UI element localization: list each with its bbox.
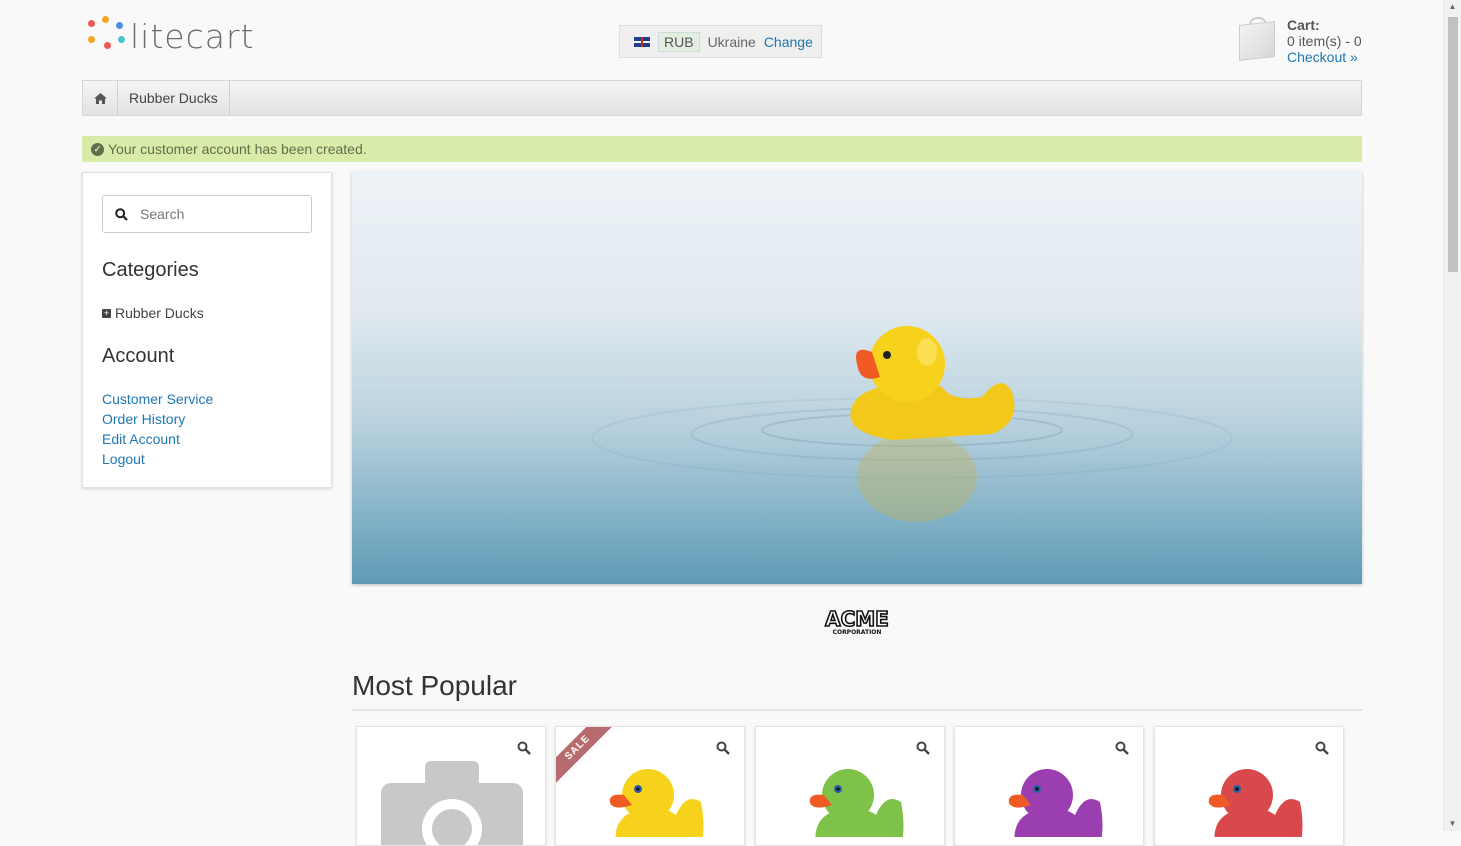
checkout-link[interactable]: Checkout » [1287, 49, 1358, 65]
category-rubber-ducks[interactable]: + Rubber Ducks [102, 305, 204, 321]
breadcrumb-home[interactable] [83, 81, 118, 115]
zoom-icon[interactable] [916, 741, 930, 755]
order-history-link[interactable]: Order History [102, 411, 185, 427]
most-popular-heading: Most Popular [352, 670, 517, 701]
shopping-bag-icon [1237, 17, 1277, 61]
cart-summary: 0 item(s) - 0 [1287, 33, 1362, 49]
category-label: Rubber Ducks [115, 305, 204, 321]
purple-duck-image [1008, 769, 1103, 837]
check-circle-icon: ✓ [91, 142, 104, 156]
acme-logo: ACME CORPORATION [824, 606, 889, 636]
site-logo[interactable]: litecart [86, 16, 254, 56]
home-icon [93, 92, 107, 104]
product-card[interactable] [356, 726, 546, 846]
vertical-scrollbar[interactable]: ▲ ▼ [1443, 0, 1461, 831]
red-duck-image [1208, 769, 1303, 837]
brand-logo-acme[interactable]: ACME CORPORATION [823, 606, 891, 636]
currency-badge: RUB [658, 31, 700, 52]
zoom-icon[interactable] [716, 741, 730, 755]
cart-widget[interactable]: Cart: 0 item(s) - 0 Checkout » [1237, 17, 1362, 65]
logo-mark [86, 16, 130, 56]
notice-message: Your customer account has been created. [108, 141, 367, 157]
plus-square-icon: + [102, 307, 111, 318]
regional-settings[interactable]: RUB Ukraine Change [619, 25, 822, 58]
sidebar: Categories + Rubber Ducks Account Custom… [82, 172, 332, 488]
yellow-duck-image [609, 769, 704, 837]
edit-account-link[interactable]: Edit Account [102, 431, 180, 447]
product-card[interactable]: SALE [555, 726, 745, 846]
search-input[interactable] [138, 205, 292, 223]
success-notice: ✓ Your customer account has been created… [82, 136, 1362, 162]
scrollbar-thumb[interactable] [1448, 17, 1458, 272]
zoom-icon[interactable] [1115, 741, 1129, 755]
hero-slider-image[interactable] [352, 172, 1362, 584]
categories-heading: Categories [102, 259, 199, 281]
customer-service-link[interactable]: Customer Service [102, 391, 213, 407]
uk-flag-icon [634, 36, 650, 47]
product-card[interactable] [1154, 726, 1344, 846]
scroll-down-arrow-icon[interactable]: ▼ [1444, 817, 1461, 831]
cart-title: Cart: [1287, 17, 1320, 33]
change-regional-link[interactable]: Change [764, 34, 813, 50]
logout-link[interactable]: Logout [102, 451, 145, 467]
zoom-icon[interactable] [517, 741, 531, 755]
country-label: Ukraine [707, 33, 756, 50]
search-icon [115, 207, 128, 221]
scroll-up-arrow-icon[interactable]: ▲ [1444, 0, 1461, 14]
account-heading: Account [102, 345, 175, 367]
svg-text:CORPORATION: CORPORATION [833, 629, 882, 636]
product-card[interactable] [954, 726, 1144, 846]
product-card[interactable] [755, 726, 945, 846]
section-divider [352, 709, 1362, 711]
account-links: Customer Service Order History Edit Acco… [102, 389, 213, 469]
breadcrumb-rubber-ducks[interactable]: Rubber Ducks [118, 81, 230, 115]
camera-placeholder-icon [381, 761, 523, 845]
green-duck-image [809, 769, 904, 837]
svg-text:ACME: ACME [825, 607, 889, 631]
rubber-duck-on-water-image [591, 326, 1233, 522]
zoom-icon[interactable] [1315, 741, 1329, 755]
logo-text: litecart [130, 16, 255, 56]
search-box[interactable] [102, 195, 312, 233]
breadcrumb: Rubber Ducks [82, 80, 1362, 116]
